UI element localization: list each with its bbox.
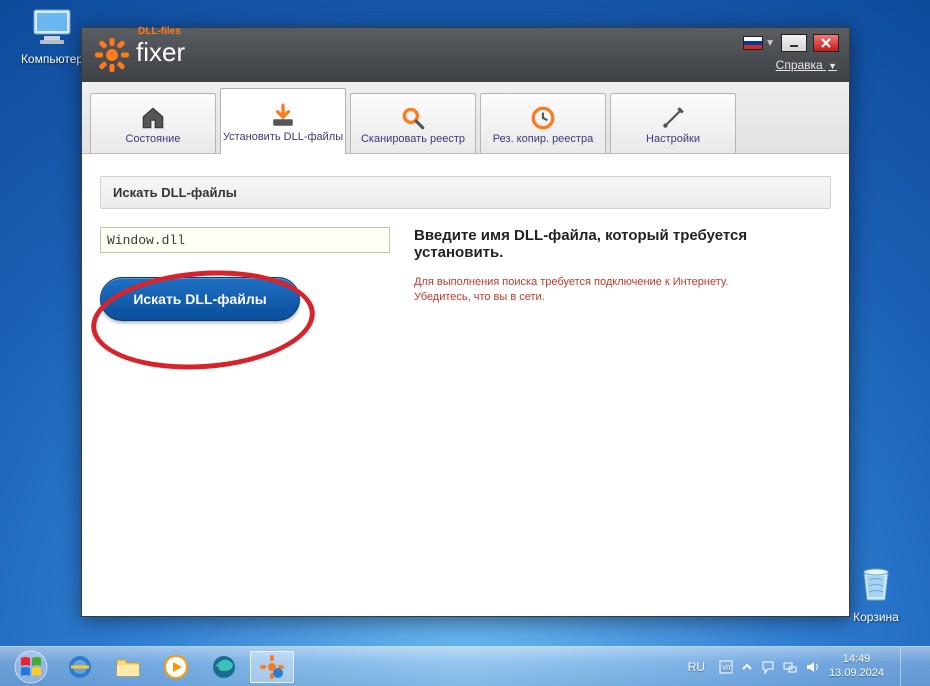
desktop-icon-computer[interactable]: Компьютер: [16, 8, 88, 66]
minimize-icon: [789, 38, 799, 48]
dll-search-input[interactable]: [100, 227, 390, 253]
taskbar-clock[interactable]: 14:49 13.09.2024: [829, 653, 884, 679]
windows-logo-icon: [14, 650, 48, 684]
titlebar[interactable]: DLL-files fixer ▼ Справка ▼: [82, 28, 849, 82]
app-logo: DLL-files fixer: [94, 33, 185, 78]
home-icon: [140, 105, 166, 131]
tab-backup-registry[interactable]: Рез. копир. реестра: [480, 93, 606, 153]
help-label: Справка: [776, 58, 823, 72]
instruction-heading: Введите имя DLL-файла, который требуется…: [414, 227, 831, 261]
computer-icon: [30, 8, 74, 48]
clock-time: 14:49: [829, 653, 884, 666]
folder-icon: [115, 656, 141, 678]
tab-label: Настройки: [646, 133, 700, 145]
desktop-icon-recycle-bin[interactable]: Корзина: [840, 562, 912, 624]
taskbar-item-dll-fixer[interactable]: [250, 651, 294, 683]
search-dll-button[interactable]: Искать DLL-файлы: [100, 277, 300, 321]
taskbar: RU vm 14:49 13.09.2024: [0, 646, 930, 686]
content-area: Искать DLL-файлы Искать DLL-файлы Введит…: [82, 154, 849, 343]
system-tray: RU vm 14:49 13.09.2024: [688, 647, 922, 686]
help-menu[interactable]: Справка ▼: [776, 58, 837, 72]
desktop-icon-computer-label: Компьютер: [16, 52, 88, 66]
volume-icon[interactable]: [805, 660, 819, 674]
gear-icon: [94, 37, 130, 73]
gear-icon: [259, 654, 285, 680]
tab-status[interactable]: Состояние: [90, 93, 216, 153]
play-icon: [163, 654, 189, 680]
chevron-up-icon[interactable]: [741, 661, 753, 673]
tab-label: Установить DLL-файлы: [223, 131, 343, 143]
chevron-down-icon: ▼: [765, 38, 775, 49]
chevron-down-icon: ▼: [828, 61, 837, 71]
vm-icon[interactable]: vm: [719, 660, 733, 674]
network-icon[interactable]: [783, 660, 797, 674]
download-icon: [270, 103, 296, 129]
ie-icon: [67, 654, 93, 680]
taskbar-item-explorer[interactable]: [106, 651, 150, 683]
tab-label: Рез. копир. реестра: [493, 133, 593, 145]
close-icon: [821, 38, 831, 48]
show-desktop-button[interactable]: [900, 647, 914, 686]
app-window: DLL-files fixer ▼ Справка ▼ Состояние: [81, 27, 850, 617]
action-center-icon[interactable]: [761, 660, 775, 674]
start-button[interactable]: [8, 649, 54, 685]
flag-russia-icon: [743, 36, 763, 50]
taskbar-item-ie[interactable]: [58, 651, 102, 683]
desktop-icon-recycle-bin-label: Корзина: [840, 610, 912, 624]
warning-line-1: Для выполнения поиска требуется подключе…: [414, 275, 831, 290]
tab-label: Сканировать реестр: [361, 133, 465, 145]
close-button[interactable]: [813, 34, 839, 52]
tools-icon: [660, 105, 686, 131]
svg-text:vm: vm: [722, 663, 733, 672]
tab-scan-registry[interactable]: Сканировать реестр: [350, 93, 476, 153]
taskbar-item-edge[interactable]: [202, 651, 246, 683]
language-flag-button[interactable]: ▼: [743, 36, 775, 50]
tab-settings[interactable]: Настройки: [610, 93, 736, 153]
clock-restore-icon: [530, 105, 556, 131]
tabs-strip: Состояние Установить DLL-файлы Сканирова…: [82, 82, 849, 154]
minimize-button[interactable]: [781, 34, 807, 52]
language-indicator[interactable]: RU: [688, 660, 705, 674]
magnifier-icon: [400, 105, 426, 131]
tab-install-dll[interactable]: Установить DLL-файлы: [220, 88, 346, 154]
brand-name: fixer: [136, 37, 185, 67]
section-heading: Искать DLL-файлы: [100, 176, 831, 209]
edge-icon: [211, 654, 237, 680]
brand-superscript: DLL-files: [138, 26, 181, 37]
warning-line-2: Убедитесь, что вы в сети.: [414, 290, 831, 305]
taskbar-item-media-player[interactable]: [154, 651, 198, 683]
clock-date: 13.09.2024: [829, 667, 884, 680]
recycle-bin-icon: [854, 562, 898, 606]
tab-label: Состояние: [126, 133, 181, 145]
